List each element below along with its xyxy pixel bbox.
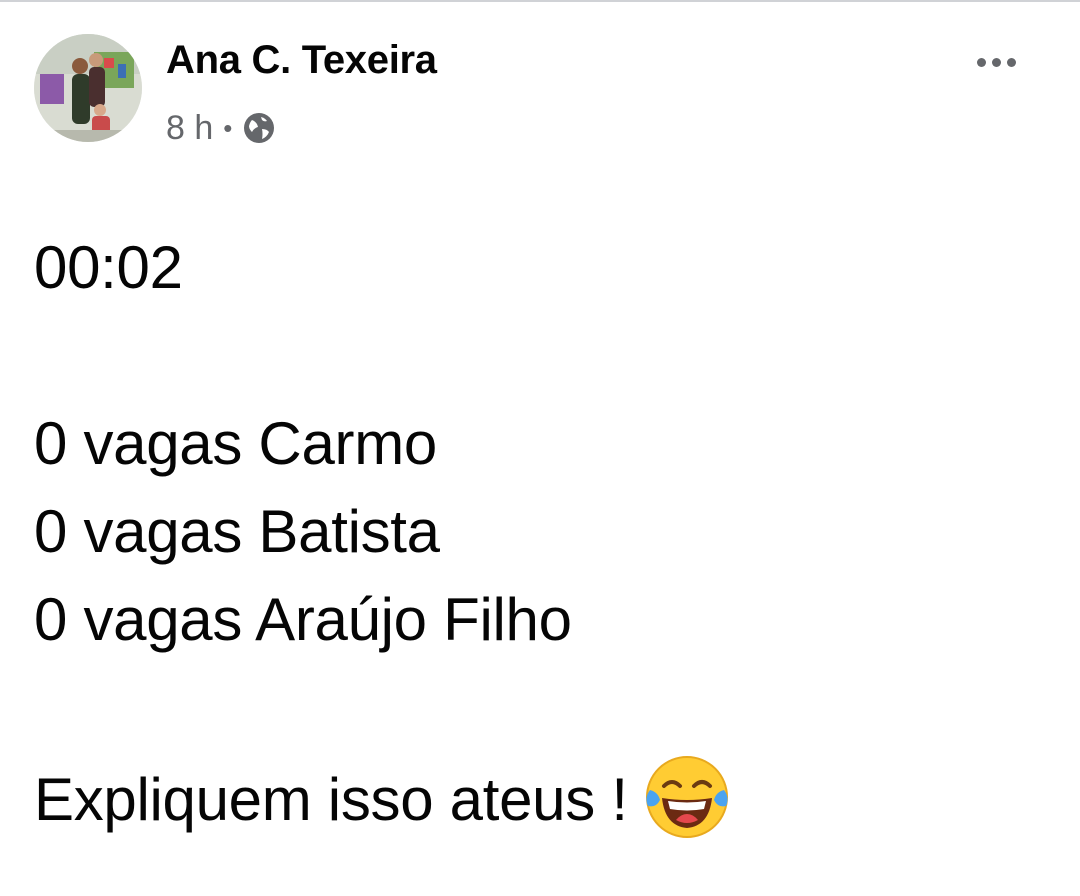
post-line: 0 vagas Carmo bbox=[34, 410, 437, 477]
meta-separator: • bbox=[223, 113, 233, 143]
post-line: 0 vagas Batista bbox=[34, 498, 440, 565]
more-dot bbox=[991, 57, 1001, 67]
post-body: 00:02 0 vagas Carmo 0 vagas Batista 0 va… bbox=[34, 224, 1044, 840]
more-dot bbox=[976, 57, 986, 67]
post-meta: 8 h • bbox=[166, 108, 276, 148]
timestamp[interactable]: 8 h bbox=[166, 109, 213, 148]
post-line-text: Expliquem isso ateus ! bbox=[34, 766, 628, 833]
post-header: Ana C. Texeira 8 h • bbox=[34, 34, 1046, 148]
globe-icon[interactable] bbox=[242, 111, 276, 145]
face-with-tears-of-joy-icon bbox=[642, 752, 732, 842]
author-name[interactable]: Ana C. Texeira bbox=[166, 38, 437, 83]
more-dot bbox=[1006, 57, 1016, 67]
avatar[interactable] bbox=[34, 34, 142, 142]
post-line-final: Expliquem isso ateus ! bbox=[34, 752, 1044, 840]
post-line-time: 00:02 bbox=[34, 234, 183, 301]
avatar-photo bbox=[34, 34, 142, 142]
more-options-button[interactable] bbox=[966, 42, 1026, 82]
top-divider bbox=[0, 0, 1080, 2]
post-line: 0 vagas Araújo Filho bbox=[34, 586, 572, 653]
